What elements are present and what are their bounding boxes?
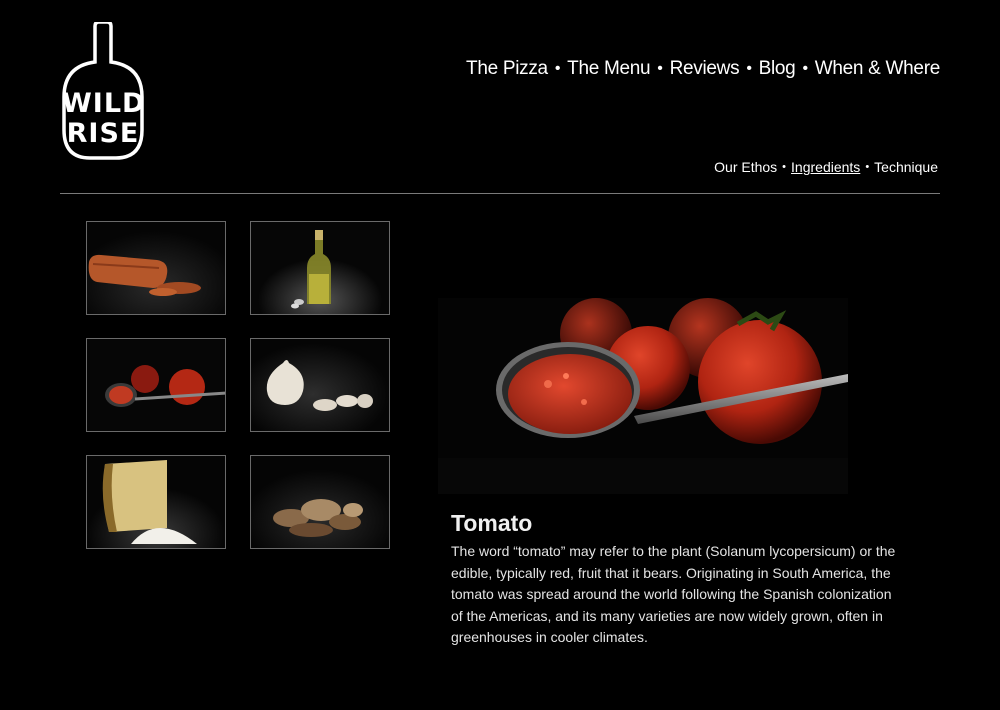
subnav-separator: • — [782, 161, 787, 173]
thumbnail-parmesan[interactable] — [86, 455, 226, 549]
featured-ingredient-image — [438, 298, 848, 494]
nav-separator: • — [657, 60, 663, 77]
nav-separator: • — [746, 60, 752, 77]
header-divider — [60, 193, 940, 194]
mushrooms-image — [251, 456, 389, 548]
logo-text-wild: WILD — [62, 88, 146, 119]
tomato-image — [87, 339, 225, 431]
thumbnail-pepperoni[interactable] — [86, 221, 226, 315]
subnav-separator: • — [865, 161, 870, 173]
nav-item-reviews[interactable]: Reviews — [670, 58, 740, 80]
ingredient-title: Tomato — [451, 510, 533, 536]
logo-text-rise: RISE — [66, 118, 140, 149]
thumbnail-garlic[interactable] — [250, 338, 390, 432]
garlic-image — [251, 339, 389, 431]
nav-separator: • — [802, 60, 808, 77]
subnav-item-ingredients[interactable]: Ingredients — [791, 159, 860, 175]
thumbnail-mushrooms[interactable] — [250, 455, 390, 549]
nav-separator: • — [554, 60, 561, 77]
ingredient-description: The word “tomato” may refer to the plant… — [451, 543, 896, 645]
thumbnail-tomato[interactable] — [86, 338, 226, 432]
parmesan-image — [87, 456, 225, 548]
subnav-item-technique[interactable]: Technique — [874, 159, 938, 175]
thumbnail-olive-oil[interactable] — [250, 221, 390, 315]
nav-item-when-where[interactable]: When & Where — [815, 58, 941, 80]
pepperoni-image — [87, 222, 225, 314]
nav-item-blog[interactable]: Blog — [759, 58, 796, 80]
subnav-item-our-ethos[interactable]: Our Ethos — [714, 159, 777, 175]
nav-item-the-pizza[interactable]: The Pizza — [466, 58, 548, 80]
tomato-sauce-spoon-image — [438, 298, 848, 494]
olive-oil-image — [251, 222, 389, 314]
nav-item-the-menu[interactable]: The Menu — [567, 58, 650, 80]
main-nav: The Pizza • The Menu • Reviews • Blog • … — [466, 58, 940, 80]
sub-nav: Our Ethos • Ingredients • Technique — [714, 159, 938, 175]
wild-rise-logo[interactable]: WILD RISE — [62, 22, 144, 162]
